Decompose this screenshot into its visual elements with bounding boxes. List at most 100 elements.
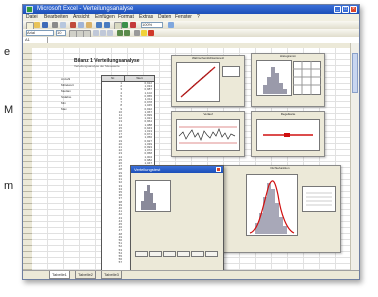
save-icon[interactable] xyxy=(42,22,48,28)
stat-label: Min xyxy=(61,101,66,105)
maximize-button[interactable]: □ xyxy=(342,6,349,13)
percent-icon[interactable] xyxy=(117,30,123,36)
run-line xyxy=(178,128,236,141)
chart-wizard-icon[interactable] xyxy=(130,22,136,28)
dialog-mini-histogram xyxy=(135,180,171,212)
density-plot xyxy=(246,174,298,236)
close-button[interactable]: × xyxy=(350,6,357,13)
hist-bar xyxy=(267,77,271,94)
window-title: Microsoft Excel - Verteilungsanalyse xyxy=(37,6,134,12)
dialog-option-button[interactable] xyxy=(163,251,176,257)
histogram-svg xyxy=(263,67,287,94)
dialog-option-button[interactable] xyxy=(135,251,148,257)
control-chart-plot xyxy=(256,119,320,151)
sheet-subtitle: Verteilungsanalyse der Messwerte xyxy=(74,64,120,68)
scroll-thumb[interactable] xyxy=(352,53,358,93)
decimal-icon[interactable] xyxy=(124,30,130,36)
panel-caption: Regelkarte xyxy=(280,112,296,116)
hist-bar xyxy=(279,83,283,94)
sheet-tab[interactable]: Tabelle2 xyxy=(75,271,96,279)
open-folder-icon[interactable] xyxy=(34,22,40,28)
control-chart-panel[interactable]: Regelkarte xyxy=(251,111,325,157)
excel-window: Microsoft Excel - Verteilungsanalyse _ □… xyxy=(22,4,360,280)
align-left-icon[interactable] xyxy=(93,30,99,36)
title-bar[interactable]: Microsoft Excel - Verteilungsanalyse _ □… xyxy=(23,5,359,14)
legend-box xyxy=(222,66,240,77)
panel-caption: Verlauf xyxy=(203,112,213,116)
hist-bar xyxy=(283,89,287,94)
fill-color-icon[interactable] xyxy=(141,30,147,36)
run-chart-plot xyxy=(176,119,240,151)
stat-label: Max xyxy=(61,107,67,111)
stats-grid xyxy=(293,61,321,95)
menu-tools[interactable]: Extras xyxy=(139,14,153,21)
probability-plot xyxy=(176,62,220,102)
distribution-test-dialog[interactable]: Verteilungstest xyxy=(130,165,224,277)
sheet-tabs: Tabelle1 Tabelle2 Tabelle3 xyxy=(23,270,359,279)
menu-help[interactable]: ? xyxy=(197,14,200,21)
dialog-option-button[interactable] xyxy=(177,251,190,257)
density-bar xyxy=(279,217,283,234)
control-marker xyxy=(284,133,290,137)
hist-bar xyxy=(271,67,275,94)
print-icon[interactable] xyxy=(52,22,58,28)
dialog-title-bar[interactable]: Verteilungstest xyxy=(131,166,223,173)
undo-icon[interactable] xyxy=(96,22,102,28)
dialog-title: Verteilungstest xyxy=(134,167,161,172)
histogram-panel[interactable]: Histogramm xyxy=(251,53,325,107)
density-panel[interactable]: Dichtefunktion xyxy=(219,165,341,253)
density-bar xyxy=(275,203,279,234)
stat-label: Stdabw. xyxy=(61,95,72,99)
dialog-option-button[interactable] xyxy=(205,251,218,257)
dialog-close-icon[interactable] xyxy=(216,167,221,172)
stat-label: Mittelwert xyxy=(61,83,74,87)
side-text-2: M xyxy=(4,104,14,116)
excel-app-icon[interactable] xyxy=(26,6,33,13)
menu-data[interactable]: Daten xyxy=(158,14,171,21)
font-color-icon[interactable] xyxy=(148,30,154,36)
probability-plot-panel[interactable]: Wahrscheinlichkeitsnetz xyxy=(171,55,245,107)
font-name-select[interactable]: Arial xyxy=(26,30,54,36)
font-size-select[interactable]: 10 xyxy=(56,30,66,36)
fit-line xyxy=(180,66,216,98)
side-text-1: e xyxy=(4,46,11,58)
run-chart-svg xyxy=(178,126,237,144)
panel-caption: Wahrscheinlichkeitsnetz xyxy=(191,56,225,60)
menu-window[interactable]: Fenster xyxy=(175,14,192,21)
probability-plot-svg xyxy=(180,66,216,98)
menu-bar: Datei Bearbeiten Ansicht Einfügen Format… xyxy=(23,14,359,21)
copy-icon[interactable] xyxy=(78,22,84,28)
table-cell-nr: 57 xyxy=(118,260,122,265)
density-svg xyxy=(249,180,295,234)
panel-caption: Dichtefunktion xyxy=(270,166,290,170)
preview-icon[interactable] xyxy=(60,22,66,28)
vertical-scrollbar[interactable] xyxy=(350,43,359,270)
stat-label: Median xyxy=(61,89,71,93)
paste-icon[interactable] xyxy=(86,22,92,28)
density-bar xyxy=(271,189,275,234)
run-chart-panel[interactable]: Verlauf xyxy=(171,111,245,157)
borders-icon[interactable] xyxy=(134,30,140,36)
menu-file[interactable]: Datei xyxy=(26,14,38,21)
menu-view[interactable]: Ansicht xyxy=(73,14,89,21)
stat-label: Anzahl xyxy=(61,77,71,81)
align-center-icon[interactable] xyxy=(100,30,106,36)
menu-edit[interactable]: Bearbeiten xyxy=(44,14,68,21)
cut-icon[interactable] xyxy=(70,22,76,28)
dialog-option-button[interactable] xyxy=(149,251,162,257)
panel-caption: Histogramm xyxy=(279,54,297,58)
density-stats-box xyxy=(302,186,336,212)
redo-icon[interactable] xyxy=(104,22,110,28)
density-bar xyxy=(283,226,287,234)
dialog-option-button[interactable] xyxy=(191,251,204,257)
sheet-tab[interactable]: Tabelle1 xyxy=(49,271,70,279)
menu-format[interactable]: Format xyxy=(118,14,134,21)
help-icon[interactable] xyxy=(168,22,174,28)
align-right-icon[interactable] xyxy=(107,30,113,36)
sort-icon[interactable] xyxy=(122,22,128,28)
table-column-nr: 1 2 3 4 5 6 7 8 9 10 11 12 13 14 15 16 17 18 19 20 21 22 23 24 2… xyxy=(102,81,122,265)
menu-insert[interactable]: Einfügen xyxy=(95,14,115,21)
minimize-button[interactable]: _ xyxy=(334,6,341,13)
sheet-tab[interactable]: Tabelle3 xyxy=(101,271,122,279)
zoom-select[interactable]: 100% xyxy=(141,22,163,28)
